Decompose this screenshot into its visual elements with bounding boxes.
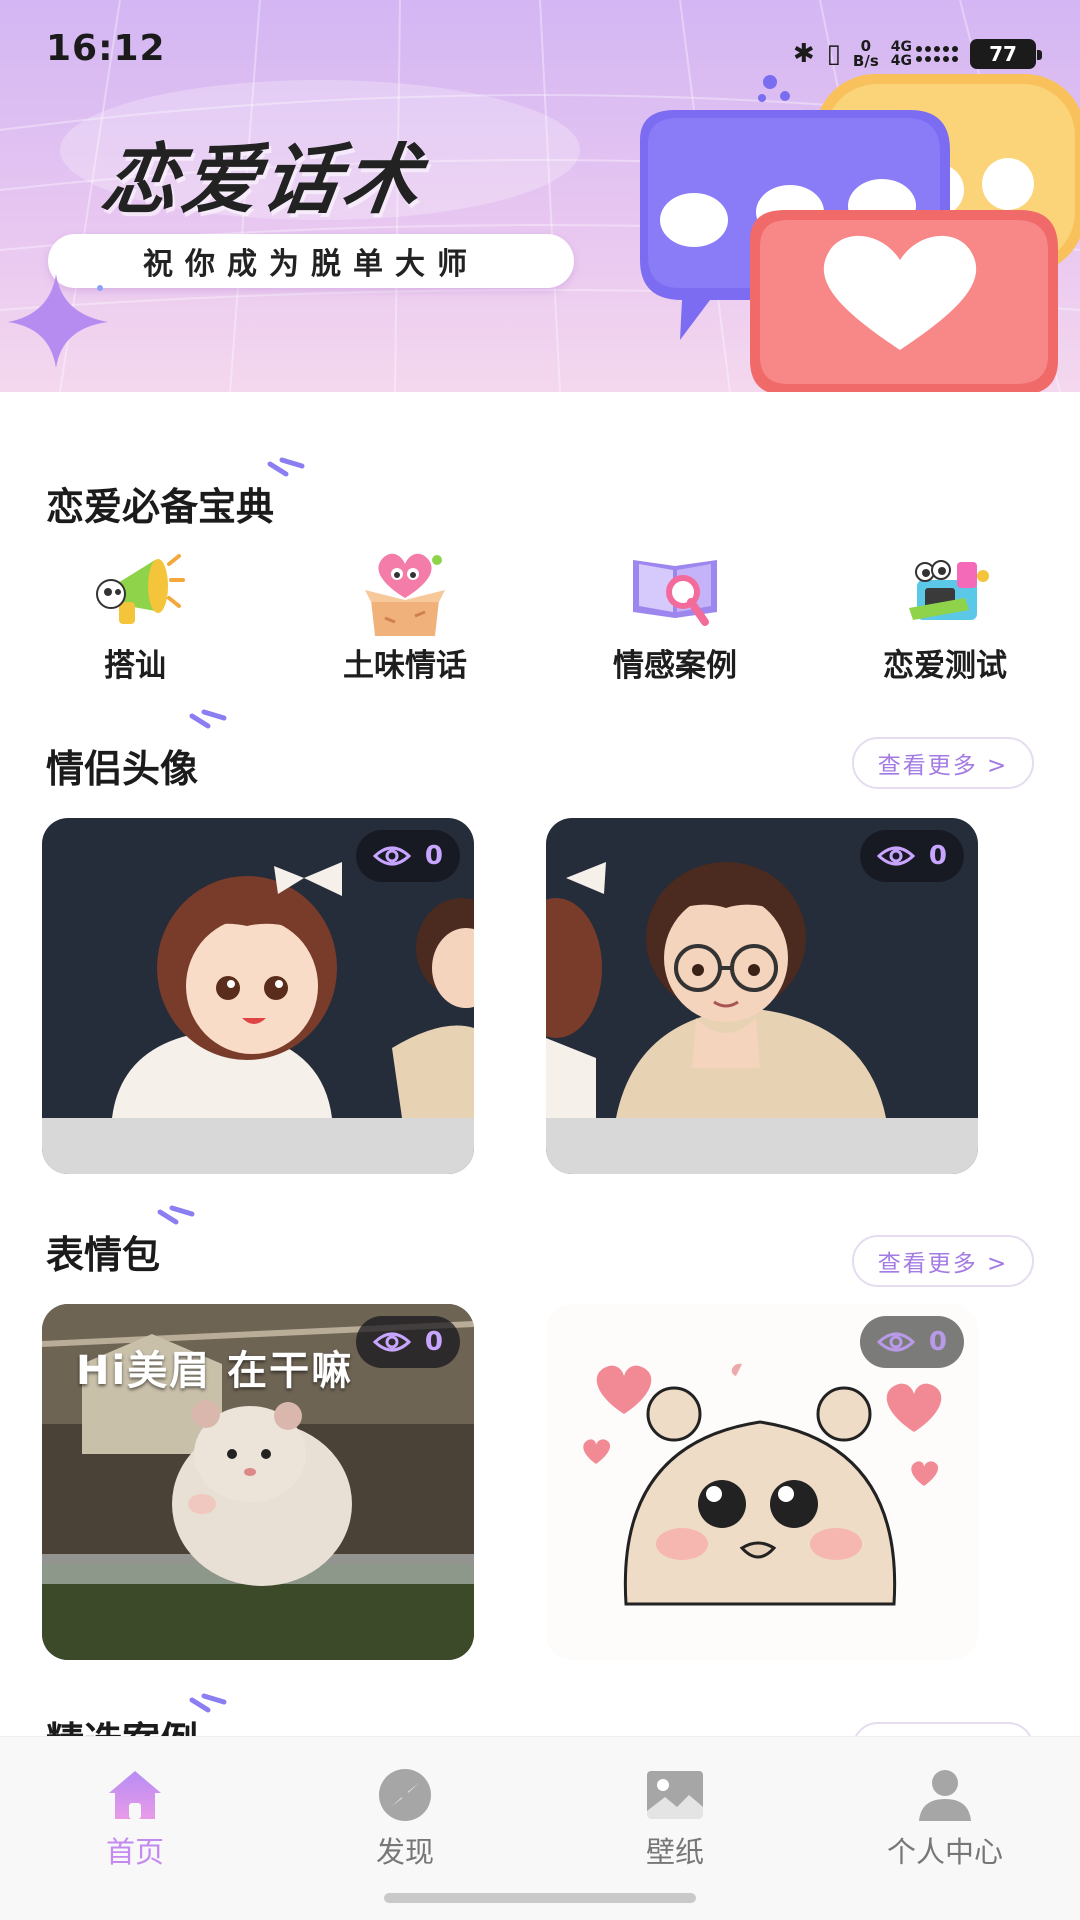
- hero-title: 恋爱话术: [96, 135, 430, 224]
- category-label: 土味情话: [343, 648, 467, 684]
- view-count: 0: [928, 1327, 948, 1357]
- view-count-badge: 0: [356, 1316, 460, 1368]
- nav-item-profile[interactable]: 个人中心: [845, 1767, 1045, 1877]
- view-count-badge: 0: [860, 830, 964, 882]
- nav-item-discover[interactable]: 发现: [305, 1767, 505, 1877]
- network-type-1: 4G: [890, 39, 912, 55]
- test-robot-icon: [909, 560, 989, 620]
- nav-label: 个人中心: [886, 1835, 1003, 1869]
- view-count: 0: [424, 1327, 444, 1357]
- eye-icon: [876, 846, 915, 866]
- view-count: 0: [928, 841, 948, 871]
- decoration-dashes-icon: [189, 1693, 227, 1713]
- nav-label: 壁纸: [645, 1835, 704, 1869]
- category-label: 恋爱测试: [883, 648, 1007, 684]
- nav-label: 首页: [105, 1835, 164, 1869]
- view-count-badge: 0: [356, 830, 460, 882]
- heart-box-icon: [365, 553, 445, 636]
- sticker-card-bear[interactable]: 0: [546, 1304, 978, 1660]
- compass-icon: [379, 1769, 431, 1821]
- decoration-dashes-icon: [267, 457, 305, 477]
- home-indicator[interactable]: [384, 1893, 696, 1903]
- view-more-stickers-button[interactable]: 查看更多 >: [852, 1235, 1034, 1287]
- category-item-dashan[interactable]: 搭讪: [35, 546, 235, 686]
- sparkle-icon: [8, 274, 108, 368]
- category-label: 搭讪: [104, 648, 166, 684]
- avatar-card-boy[interactable]: 0: [546, 818, 978, 1174]
- category-item-lianai-ceshi[interactable]: 恋爱测试: [845, 546, 1045, 686]
- nav-item-wallpaper[interactable]: 壁纸: [575, 1767, 775, 1877]
- eye-icon: [876, 1332, 915, 1352]
- person-icon: [919, 1770, 971, 1821]
- book-search-icon: [633, 560, 717, 626]
- hero-banner: 16:12 ✱ ▯ 0 B/s 4G 4G 77 恋爱话术 祝你成为脱单大师: [0, 0, 1080, 392]
- nav-item-home[interactable]: 首页: [35, 1767, 235, 1877]
- category-label: 情感案例: [613, 648, 737, 684]
- section-title-avatars: 情侣头像: [46, 747, 199, 791]
- image-icon: [647, 1771, 703, 1819]
- view-count: 0: [424, 841, 444, 871]
- home-icon: [109, 1771, 161, 1819]
- category-item-qinggan-anli[interactable]: 情感案例: [575, 546, 775, 686]
- nav-label: 发现: [375, 1835, 434, 1869]
- category-row: 搭讪 土味情话 情感案例 恋爱测试: [0, 546, 1080, 686]
- eye-icon: [372, 846, 411, 866]
- section-title-handbook: 恋爱必备宝典: [46, 485, 275, 529]
- view-more-avatars-button[interactable]: 查看更多 >: [852, 737, 1034, 789]
- eye-icon: [372, 1332, 411, 1352]
- category-item-tuwei[interactable]: 土味情话: [305, 546, 505, 686]
- status-time: 16:12: [46, 28, 166, 69]
- sticker-card-hamster[interactable]: Hi美眉 在干嘛 0: [42, 1304, 474, 1660]
- view-count-badge: 0: [860, 1316, 964, 1368]
- megaphone-icon: [96, 554, 185, 624]
- hero-subtitle: 祝你成为脱单大师: [48, 234, 574, 288]
- decoration-dashes-icon: [157, 1205, 195, 1225]
- chat-bubbles-illustration: [640, 74, 1080, 392]
- avatar-card-girl[interactable]: 0: [42, 818, 474, 1174]
- sticker-caption: Hi美眉 在干嘛: [76, 1348, 354, 1394]
- decoration-dashes-icon: [189, 709, 227, 729]
- section-title-stickers: 表情包: [46, 1233, 161, 1277]
